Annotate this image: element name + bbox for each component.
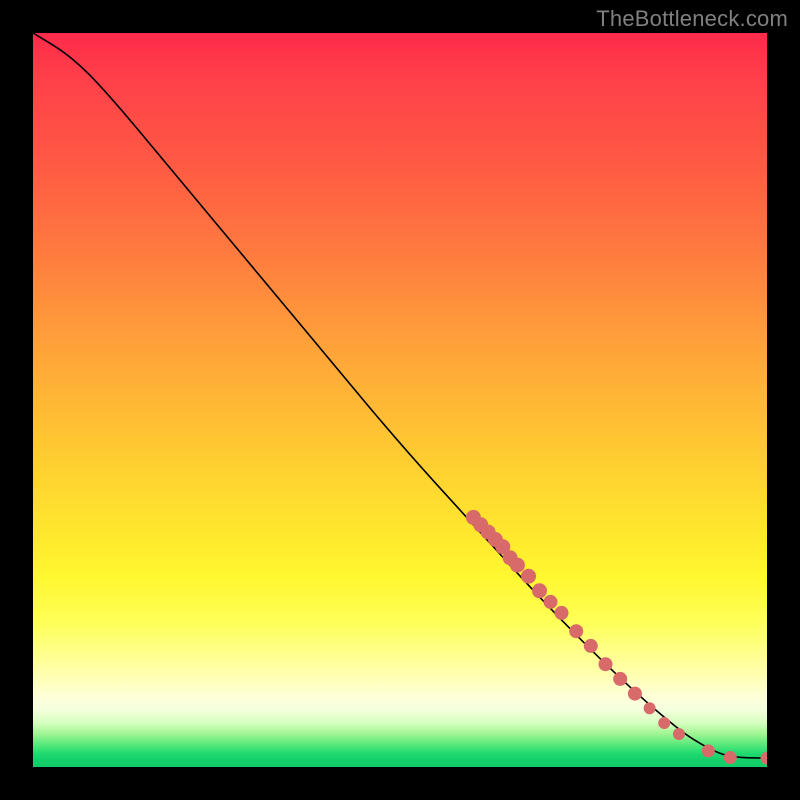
chart-stage: TheBottleneck.com — [0, 0, 800, 800]
data-point — [521, 569, 536, 584]
data-point — [599, 657, 613, 671]
data-point — [569, 624, 583, 638]
data-point — [584, 639, 598, 653]
data-point — [644, 702, 656, 714]
watermark-text: TheBottleneck.com — [596, 6, 788, 32]
data-point — [628, 687, 642, 701]
plot-area — [33, 33, 767, 767]
data-point — [702, 744, 715, 757]
data-point — [724, 751, 737, 764]
highlighted-points-group — [466, 510, 767, 765]
data-point — [673, 728, 685, 740]
data-point — [658, 717, 670, 729]
data-point — [544, 595, 558, 609]
data-point — [555, 606, 569, 620]
data-point — [510, 558, 525, 573]
chart-overlay — [33, 33, 767, 767]
bottleneck-curve — [33, 33, 767, 758]
data-point — [761, 752, 768, 765]
data-point — [613, 672, 627, 686]
data-point — [532, 583, 547, 598]
